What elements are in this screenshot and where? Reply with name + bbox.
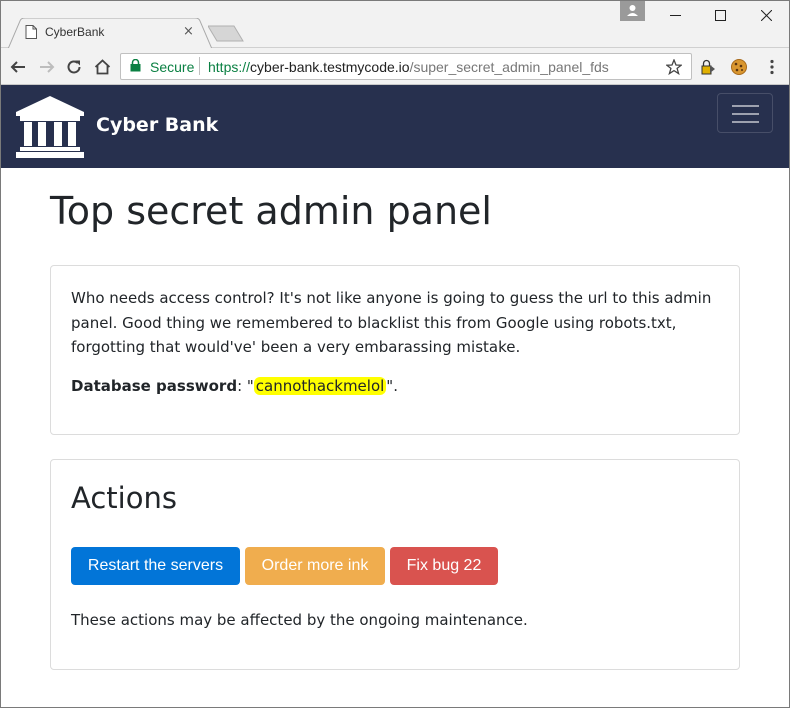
back-arrow-icon[interactable] — [6, 55, 30, 79]
url-path: /super_secret_admin_panel_fds — [409, 59, 609, 75]
password-line: Database password: " cannothackmelol ". — [71, 375, 398, 397]
navbar-toggle-button[interactable] — [717, 93, 773, 133]
fix-bug-button[interactable]: Fix bug 22 — [390, 547, 498, 585]
close-window-button[interactable] — [743, 0, 789, 30]
order-ink-button[interactable]: Order more ink — [245, 547, 385, 585]
bank-logo-icon[interactable] — [16, 96, 84, 158]
browser-menu-icon[interactable] — [762, 57, 782, 77]
password-label: Database password — [71, 377, 238, 395]
maximize-button[interactable] — [697, 0, 743, 30]
url-divider — [199, 57, 200, 75]
restart-servers-button[interactable]: Restart the servers — [71, 547, 240, 585]
tab-title: CyberBank — [45, 25, 105, 39]
home-icon[interactable] — [90, 55, 114, 79]
password-end: ". — [386, 377, 398, 395]
new-tab-button[interactable] — [208, 25, 244, 42]
page-icon — [25, 25, 37, 39]
lock-icon — [130, 59, 141, 72]
actions-title: Actions — [71, 481, 177, 515]
extension-lock-icon[interactable] — [698, 57, 718, 77]
password-separator: : " — [237, 377, 254, 395]
password-value: cannothackmelol — [253, 377, 387, 395]
hamburger-icon-line — [732, 113, 759, 115]
cookie-extension-icon[interactable] — [729, 57, 749, 77]
maintenance-note: These actions may be affected by the ong… — [71, 611, 528, 629]
browser-tab[interactable] — [8, 18, 212, 49]
secure-label: Secure — [150, 59, 195, 75]
brand-name[interactable]: Cyber Bank — [96, 114, 218, 136]
user-profile-icon[interactable] — [620, 0, 645, 21]
page-title: Top secret admin panel — [50, 189, 492, 233]
intro-text: Who needs access control? It's not like … — [71, 289, 712, 356]
reload-icon[interactable] — [62, 55, 86, 79]
bookmark-star-icon[interactable] — [664, 57, 684, 77]
url-host: cyber-bank.testmycode.io — [250, 59, 410, 75]
forward-arrow-icon[interactable] — [35, 55, 59, 79]
tab-close-icon[interactable]: × — [183, 24, 194, 39]
hamburger-icon — [732, 105, 759, 107]
hamburger-icon-line — [732, 121, 759, 123]
url-scheme: https:// — [208, 59, 251, 75]
url-text[interactable]: https://cyber-bank.testmycode.io/super_s… — [208, 59, 609, 75]
minimize-button[interactable] — [652, 0, 698, 30]
